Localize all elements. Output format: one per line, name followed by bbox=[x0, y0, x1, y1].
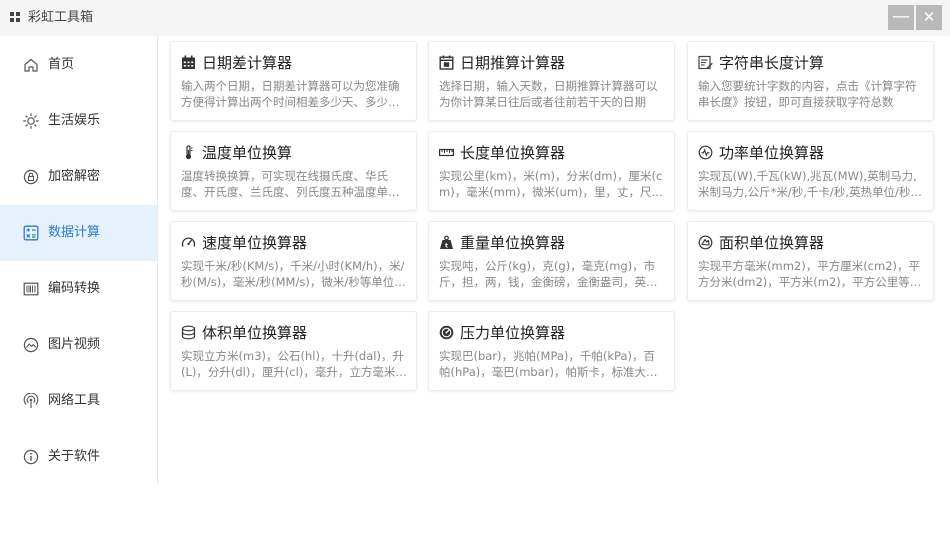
card-description: 实现千米/秒(KM/s)，千米/小时(KM/h)，米/秒(M/s)，毫米/秒(M… bbox=[181, 259, 406, 289]
barcode-icon bbox=[23, 281, 39, 297]
area-icon bbox=[698, 235, 713, 250]
card-description: 输入您要统计字数的内容，点击《计算字符串长度》按钮，即可直接获取字符总数 bbox=[698, 79, 917, 109]
tool-card-pressure[interactable]: 压力单位换算器 实现巴(bar)，兆帕(MPa)，千帕(kPa)，百帕(hPa)… bbox=[428, 311, 675, 391]
grid-app-icon bbox=[10, 12, 21, 23]
text-length-icon bbox=[698, 55, 713, 70]
tool-card-area[interactable]: 面积单位换算器 实现平方毫米(mm2)，平方厘米(cm2)，平方分米(dm2)，… bbox=[687, 221, 934, 301]
weight-icon: t bbox=[439, 235, 454, 250]
card-title: 重量单位换算器 bbox=[460, 234, 566, 252]
sidebar-item-label: 编码转换 bbox=[48, 281, 101, 296]
power-icon bbox=[698, 145, 713, 160]
card-description: 实现立方米(m3)，公石(hl)，十升(dal)，升(L)，分升(dl)，厘升(… bbox=[181, 349, 407, 379]
title-bar: 彩虹工具箱 — ✕ bbox=[0, 0, 950, 36]
card-title: 速度单位换算器 bbox=[202, 234, 308, 252]
card-description: 温度转换换算，可实现在线摄氏度、华氏度、开氏度、兰氏度、列氏度五种温度单位互相换… bbox=[181, 169, 400, 199]
card-title: 体积单位换算器 bbox=[202, 324, 308, 342]
home-icon bbox=[23, 57, 39, 73]
card-description: 实现平方毫米(mm2)，平方厘米(cm2)，平方分米(dm2)，平方米(m2)，… bbox=[698, 259, 922, 289]
card-title: 面积单位换算器 bbox=[719, 234, 825, 252]
sidebar-item-label: 生活娱乐 bbox=[48, 113, 101, 128]
card-description: 实现公里(km)，米(m)，分米(dm)，厘米(cm)，毫米(mm)，微米(um… bbox=[439, 169, 664, 199]
sidebar-item-encoding[interactable]: 编码转换 bbox=[0, 261, 157, 317]
speedometer-icon bbox=[181, 235, 196, 250]
tool-card-speed[interactable]: 速度单位换算器 实现千米/秒(KM/s)，千米/小时(KM/h)，米/秒(M/s… bbox=[170, 221, 417, 301]
tool-card-volume[interactable]: 体积单位换算器 实现立方米(m3)，公石(hl)，十升(dal)，升(L)，分升… bbox=[170, 311, 417, 391]
sidebar-item-network[interactable]: 网络工具 bbox=[0, 373, 157, 429]
ruler-icon bbox=[439, 145, 454, 160]
tool-card-date-diff[interactable]: 日期差计算器 输入两个日期，日期差计算器可以为您准确方便得计算出两个时间相差多少… bbox=[170, 41, 417, 121]
tool-card-length[interactable]: 长度单位换算器 实现公里(km)，米(m)，分米(dm)，厘米(cm)，毫米(m… bbox=[428, 131, 675, 211]
thermometer-icon bbox=[181, 145, 196, 160]
tool-card-date-calc[interactable]: 日期推算计算器 选择日期，输入天数，日期推算计算器可以为你计算某日往后或者往前若… bbox=[428, 41, 675, 121]
sidebar-item-label: 数据计算 bbox=[48, 225, 101, 240]
lock-icon bbox=[23, 169, 39, 185]
card-description: 实现瓦(W),千瓦(kW),兆瓦(MW),英制马力,米制马力,公斤*米/秒,千卡… bbox=[698, 169, 922, 199]
calendar-calc-icon bbox=[439, 55, 454, 70]
card-title: 压力单位换算器 bbox=[460, 324, 566, 342]
card-title: 日期差计算器 bbox=[202, 54, 293, 72]
sidebar-item-home[interactable]: 首页 bbox=[0, 37, 157, 93]
card-title: 字符串长度计算 bbox=[719, 54, 825, 72]
image-icon bbox=[23, 337, 39, 353]
sidebar-item-label: 网络工具 bbox=[48, 393, 101, 408]
sidebar-item-life[interactable]: 生活娱乐 bbox=[0, 93, 157, 149]
card-title: 日期推算计算器 bbox=[460, 54, 566, 72]
pressure-icon bbox=[439, 325, 454, 340]
card-title: 长度单位换算器 bbox=[460, 144, 566, 162]
tool-card-weight[interactable]: t 重量单位换算器 实现吨，公斤(kg)，克(g)，毫克(mg)，市斤，担，两，… bbox=[428, 221, 675, 301]
calculator-icon bbox=[23, 225, 39, 241]
sidebar-item-data-calc[interactable]: 数据计算 bbox=[0, 205, 157, 261]
window-title: 彩虹工具箱 bbox=[28, 10, 94, 25]
sun-icon bbox=[23, 113, 39, 129]
sidebar-item-label: 首页 bbox=[48, 57, 75, 72]
sidebar-item-label: 图片视频 bbox=[48, 337, 101, 352]
sidebar-item-label: 加密解密 bbox=[48, 169, 101, 184]
volume-icon bbox=[181, 325, 196, 340]
card-description: 实现吨，公斤(kg)，克(g)，毫克(mg)，市斤，担，两，钱，金衡磅，金衡盎司… bbox=[439, 259, 658, 289]
card-description: 输入两个日期，日期差计算器可以为您准确方便得计算出两个时间相差多少天、多少小时等 bbox=[181, 79, 400, 109]
sidebar-item-label: 关于软件 bbox=[48, 449, 101, 464]
tool-card-string-length[interactable]: 字符串长度计算 输入您要统计字数的内容，点击《计算字符串长度》按钮，即可直接获取… bbox=[687, 41, 934, 121]
card-title: 温度单位换算 bbox=[202, 144, 293, 162]
card-title: 功率单位换算器 bbox=[719, 144, 825, 162]
info-icon bbox=[23, 449, 39, 465]
sidebar-item-media[interactable]: 图片视频 bbox=[0, 317, 157, 373]
minimize-button[interactable]: — bbox=[888, 5, 914, 30]
wifi-icon bbox=[23, 393, 39, 409]
sidebar: 首页 生活娱乐 加密解密 数据计算 编码转换 图片视频 网络工具 关于软件 bbox=[0, 36, 158, 484]
tool-card-temperature[interactable]: 温度单位换算 温度转换换算，可实现在线摄氏度、华氏度、开氏度、兰氏度、列氏度五种… bbox=[170, 131, 417, 211]
calendar-icon bbox=[181, 55, 196, 70]
card-description: 选择日期，输入天数，日期推算计算器可以为你计算某日往后或者往前若干天的日期 bbox=[439, 79, 658, 109]
svg-text:t: t bbox=[445, 241, 448, 249]
tool-card-power[interactable]: 功率单位换算器 实现瓦(W),千瓦(kW),兆瓦(MW),英制马力,米制马力,公… bbox=[687, 131, 934, 211]
card-description: 实现巴(bar)，兆帕(MPa)，千帕(kPa)，百帕(hPa)，毫巴(mbar… bbox=[439, 349, 658, 379]
sidebar-item-about[interactable]: 关于软件 bbox=[0, 429, 157, 485]
sidebar-item-crypto[interactable]: 加密解密 bbox=[0, 149, 157, 205]
close-button[interactable]: ✕ bbox=[916, 5, 942, 30]
